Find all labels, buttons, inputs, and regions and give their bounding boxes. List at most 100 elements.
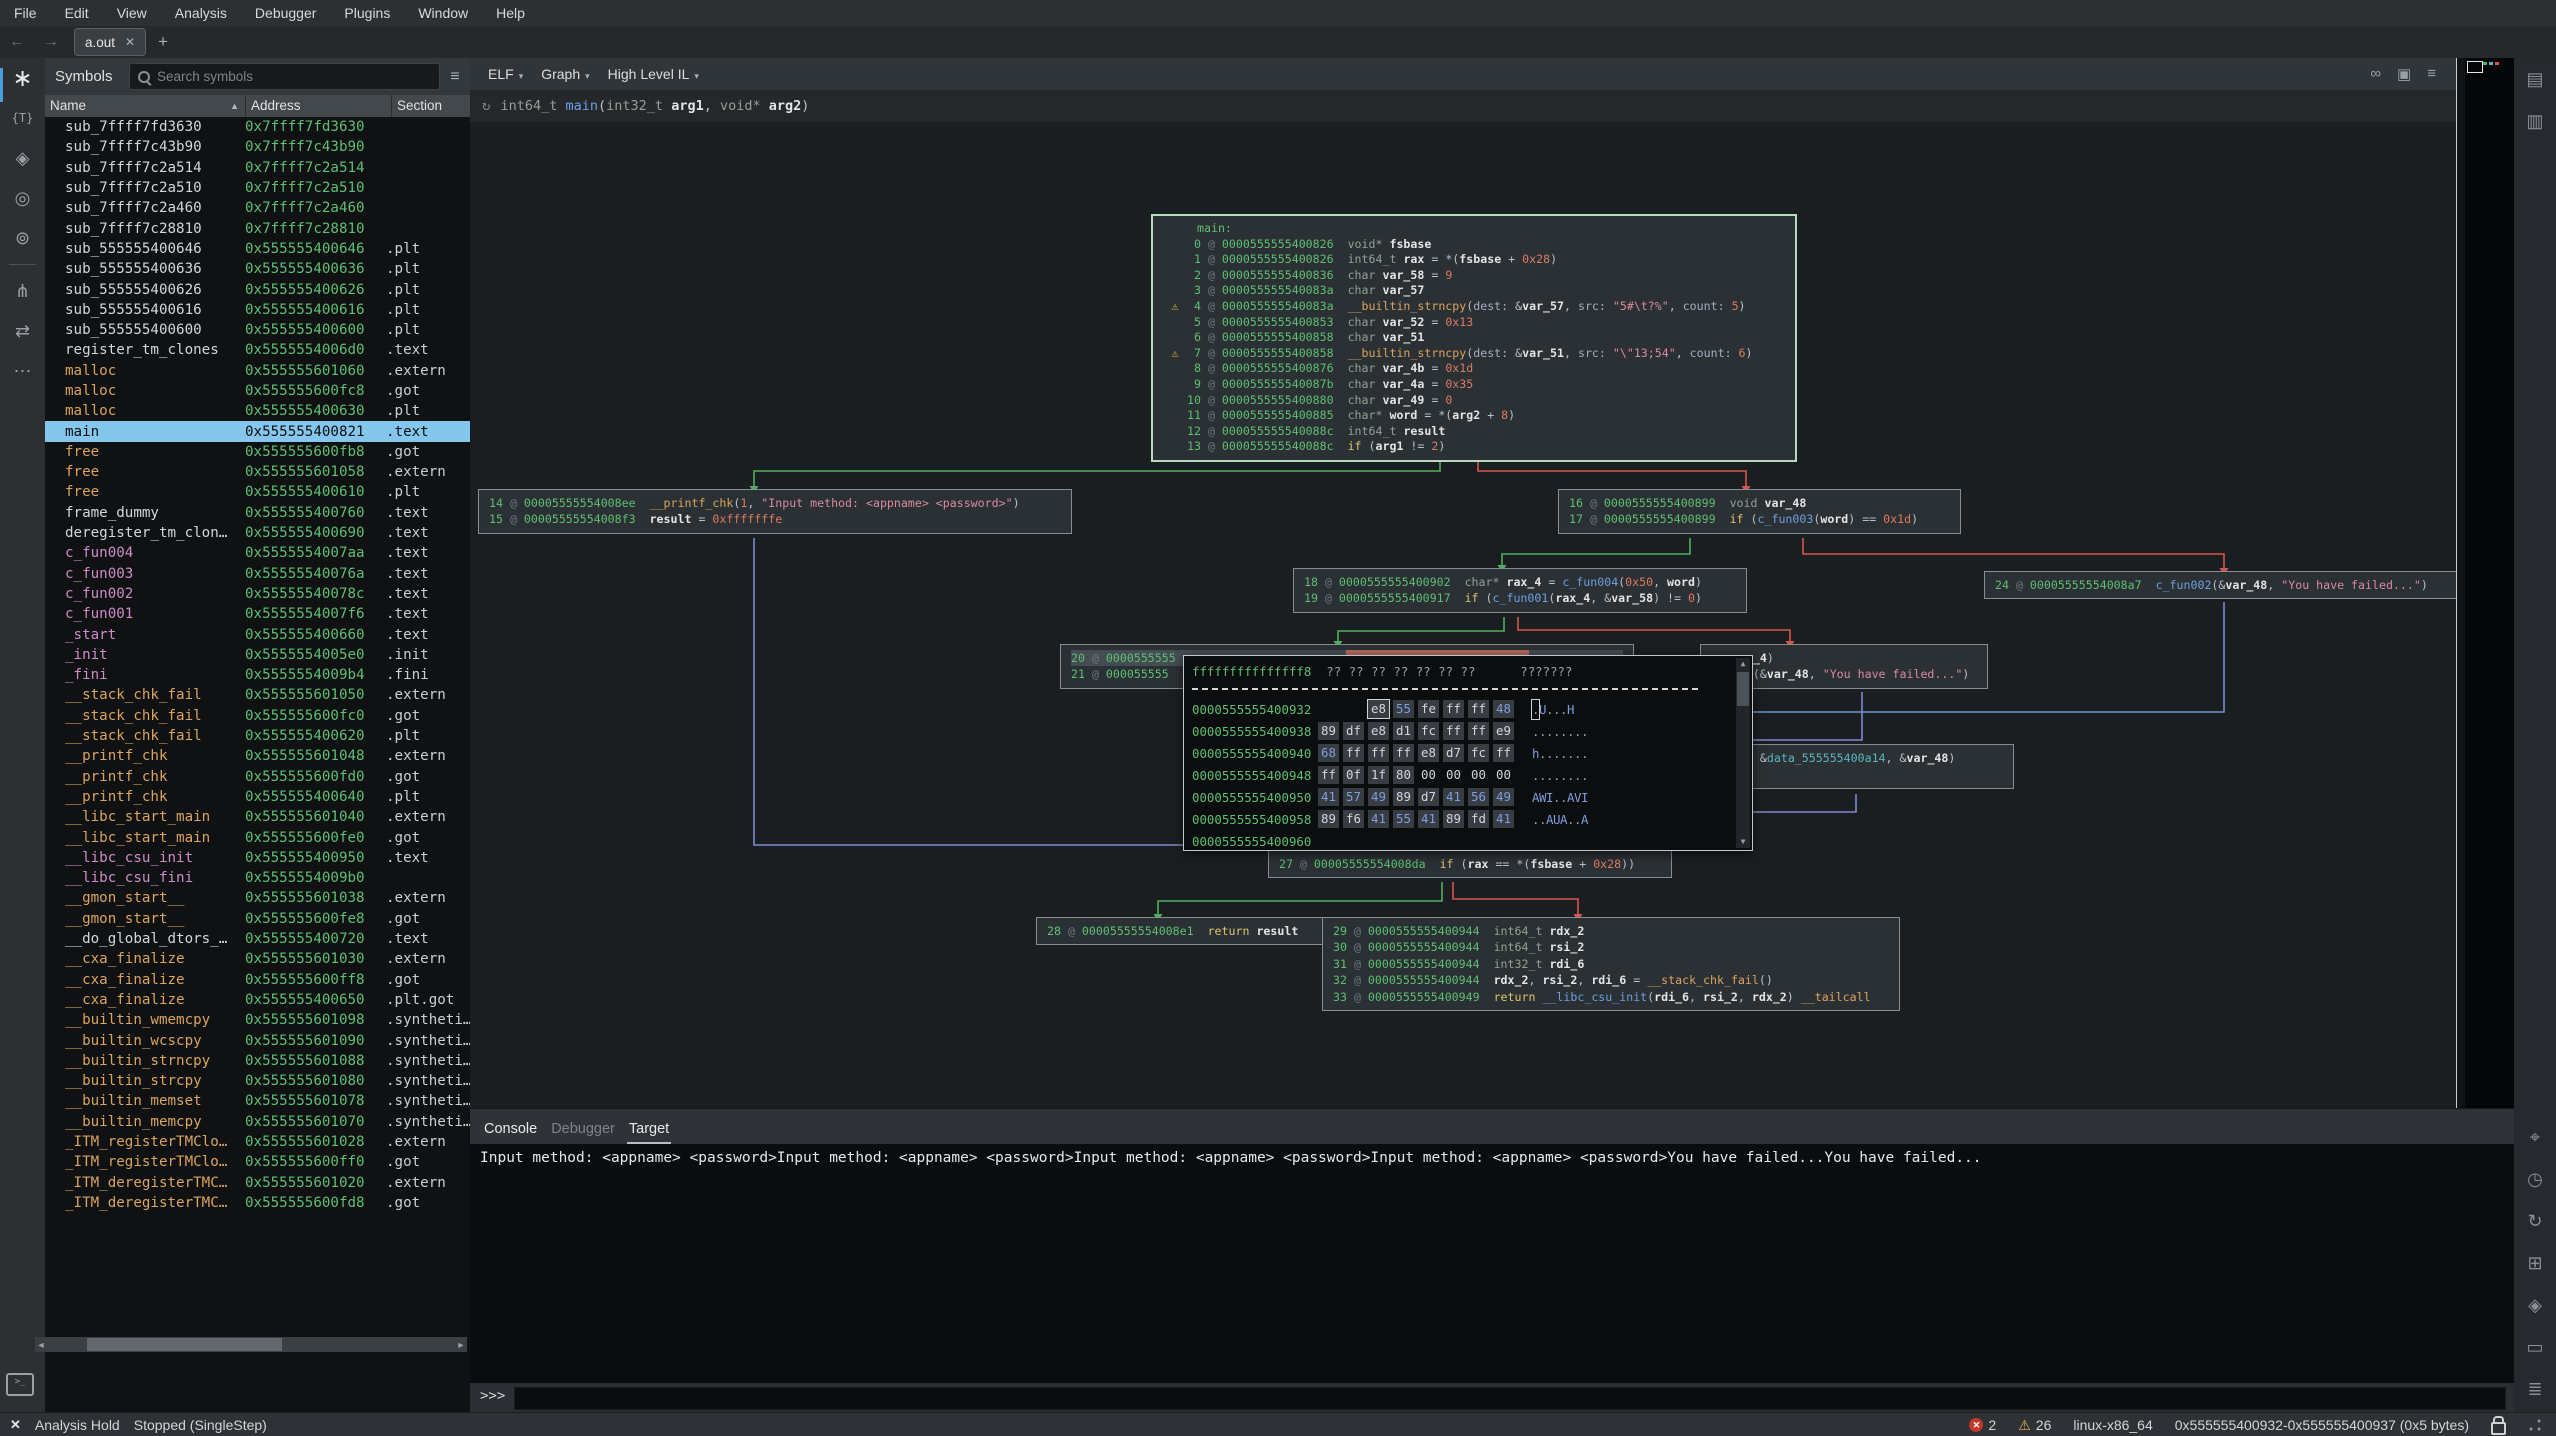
- search-symbols-input[interactable]: Search symbols: [129, 63, 440, 90]
- symbol-row[interactable]: sub_5555554006260x555555400626.plt: [45, 279, 470, 299]
- hex-byte[interactable]: e9: [1493, 722, 1514, 740]
- il-line[interactable]: 28 @ 00005555554008e1 return result: [1047, 923, 1321, 939]
- il-line[interactable]: 27 @ 00005555554008da if (rax == *(fsbas…: [1279, 856, 1661, 872]
- symbol-row[interactable]: __stack_chk_fail0x555555601050.extern: [45, 685, 470, 705]
- hex-byte[interactable]: 41: [1368, 810, 1389, 828]
- hex-byte[interactable]: fd: [1468, 810, 1489, 828]
- hex-byte[interactable]: fe: [1418, 700, 1439, 718]
- il-line[interactable]: 16 @ 0000555555400899 void var_48: [1569, 495, 1950, 511]
- il-line[interactable]: 9 @ 000055555540087b char var_4a = 0x35: [1163, 377, 1785, 393]
- menu-item-file[interactable]: File: [0, 0, 51, 26]
- resize-grip[interactable]: [2528, 1418, 2542, 1432]
- il-line[interactable]: 18 @ 0000555555400902 char* rax_4 = c_fu…: [1304, 574, 1736, 590]
- hex-byte[interactable]: f6: [1343, 810, 1364, 828]
- il-line[interactable]: 33 @ 0000555555400949 return __libc_csu_…: [1333, 989, 1889, 1005]
- symbol-row[interactable]: c_fun0010x5555554007f6.text: [45, 604, 470, 624]
- symbol-row[interactable]: sub_7ffff7c2a4600x7ffff7c2a460: [45, 198, 470, 218]
- symbols-column-header[interactable]: Name▲ Address Section: [45, 95, 470, 117]
- symbol-row[interactable]: sub_5555554006000x555555400600.plt: [45, 320, 470, 340]
- view-options-icon[interactable]: ≡: [2427, 65, 2436, 83]
- hex-byte[interactable]: 00: [1468, 766, 1489, 784]
- symbol-row[interactable]: _fini0x5555554009b4.fini: [45, 665, 470, 685]
- menu-item-help[interactable]: Help: [482, 0, 539, 26]
- hex-byte[interactable]: 41: [1493, 810, 1514, 828]
- symbol-row[interactable]: __stack_chk_fail0x555555400620.plt: [45, 726, 470, 746]
- symbol-row[interactable]: sub_7ffff7c43b900x7ffff7c43b90: [45, 137, 470, 157]
- nav-back-icon[interactable]: ←: [0, 33, 34, 51]
- hex-byte[interactable]: 1f: [1368, 766, 1389, 784]
- hex-row[interactable]: 000055555540094068ffffffe8d7fcffh.......: [1192, 742, 1752, 764]
- symbol-row[interactable]: deregister_tm_clon…0x555555400690.text: [45, 523, 470, 543]
- hex-byte[interactable]: ff: [1393, 744, 1414, 762]
- hex-byte[interactable]: 41: [1418, 810, 1439, 828]
- debugger-icon[interactable]: ⊚: [0, 218, 45, 258]
- hex-byte[interactable]: ff: [1443, 700, 1464, 718]
- binaryninja-symbols-icon[interactable]: ∗: [0, 58, 45, 98]
- component-grid-icon[interactable]: ⊞: [2514, 1242, 2556, 1284]
- hex-byte[interactable]: d7: [1443, 744, 1464, 762]
- graph-node-n14[interactable]: 14 @ 00005555554008ee __printf_chk(1, "I…: [478, 489, 1072, 534]
- symbol-row[interactable]: c_fun0030x55555540076a.text: [45, 564, 470, 584]
- il-line[interactable]: 2 @ 0000555555400836 char var_58 = 9: [1163, 268, 1785, 284]
- symbol-row[interactable]: malloc0x555555600fc8.got: [45, 381, 470, 401]
- warning-count-badge[interactable]: ⚠26: [2018, 1417, 2051, 1434]
- graph-view[interactable]: fffffffffffffff8 ?? ?? ?? ?? ?? ?? ?? ??…: [470, 122, 2456, 1108]
- hex-byte[interactable]: 0f: [1343, 766, 1364, 784]
- hex-byte[interactable]: 89: [1318, 810, 1339, 828]
- symbol-row[interactable]: __libc_start_main0x555555601040.extern: [45, 807, 470, 827]
- analysis-hold-icon[interactable]: ✕: [10, 1417, 21, 1433]
- hex-byte[interactable]: 41: [1443, 788, 1464, 806]
- scroll-handle[interactable]: [1737, 672, 1749, 706]
- menu-item-debugger[interactable]: Debugger: [241, 0, 331, 26]
- hex-byte[interactable]: 68: [1318, 744, 1339, 762]
- scroll-up-icon[interactable]: ▲: [1736, 658, 1750, 670]
- symbol-row[interactable]: __libc_csu_fini0x5555554009b0: [45, 868, 470, 888]
- display-icon[interactable]: ▭: [2514, 1326, 2556, 1368]
- symbol-row[interactable]: c_fun0020x55555540078c.text: [45, 584, 470, 604]
- symbol-row[interactable]: sub_7ffff7fd36300x7ffff7fd3630: [45, 117, 470, 137]
- hex-byte[interactable]: 41: [1318, 788, 1339, 806]
- nav-forward-icon[interactable]: →: [34, 33, 68, 51]
- symbols-hscrollbar[interactable]: ◄ ►: [35, 1337, 467, 1352]
- hex-byte[interactable]: 00: [1493, 766, 1514, 784]
- mini-graph-icon[interactable]: ⋔: [0, 271, 45, 311]
- scroll-handle[interactable]: [87, 1338, 282, 1351]
- symbol-row[interactable]: register_tm_clones0x5555554006d0.text: [45, 340, 470, 360]
- scroll-left-icon[interactable]: ◄: [35, 1340, 47, 1350]
- symbol-row[interactable]: sub_7ffff7c288100x7ffff7c28810: [45, 218, 470, 238]
- symbol-row[interactable]: c_fun0040x5555554007aa.text: [45, 543, 470, 563]
- il-line[interactable]: 24 @ 00005555554008a7 c_fun002(&var_48, …: [1995, 577, 2456, 593]
- hex-byte[interactable]: d1: [1393, 722, 1414, 740]
- symbol-row[interactable]: free0x555555600fb8.got: [45, 442, 470, 462]
- symbol-row[interactable]: __libc_start_main0x555555600fe0.got: [45, 827, 470, 847]
- symbol-row[interactable]: __printf_chk0x555555600fd0.got: [45, 767, 470, 787]
- symbol-row[interactable]: sub_5555554006460x555555400646.plt: [45, 239, 470, 259]
- il-line[interactable]: 14 @ 00005555554008ee __printf_chk(1, "I…: [489, 495, 1061, 511]
- feature-map[interactable]: [2465, 58, 2514, 1108]
- hex-byte[interactable]: 80: [1393, 766, 1414, 784]
- hex-byte[interactable]: 00: [1418, 766, 1439, 784]
- hex-byte[interactable]: e8: [1418, 744, 1439, 762]
- hex-byte[interactable]: df: [1343, 722, 1364, 740]
- il-line[interactable]: ⚠ 4 @ 000055555540083a __builtin_strncpy…: [1163, 299, 1785, 315]
- symbol-row[interactable]: _start0x555555400660.text: [45, 624, 470, 644]
- menu-item-analysis[interactable]: Analysis: [161, 0, 241, 26]
- il-line[interactable]: 5 @ 0000555555400853 char var_52 = 0x13: [1163, 315, 1785, 331]
- symbol-row[interactable]: __builtin_strcpy0x555555601080.syntheti…: [45, 1071, 470, 1091]
- il-line[interactable]: 31 @ 0000555555400944 int32_t rdi_6: [1333, 956, 1889, 972]
- il-line[interactable]: 12 @ 000055555540088c int64_t result: [1163, 424, 1785, 440]
- hex-byte[interactable]: 55: [1393, 810, 1414, 828]
- more-panels-icon[interactable]: ⋯: [0, 351, 45, 391]
- hex-byte[interactable]: ff: [1468, 700, 1489, 718]
- symbol-row[interactable]: sub_7ffff7c2a5140x7ffff7c2a514: [45, 158, 470, 178]
- il-line[interactable]: 8 @ 0000555555400876 char var_4b = 0x1d: [1163, 361, 1785, 377]
- symbol-row[interactable]: __builtin_memcpy0x555555601070.syntheti…: [45, 1112, 470, 1132]
- binary-format-dropdown[interactable]: ELF▾: [488, 66, 523, 82]
- menu-item-plugins[interactable]: Plugins: [330, 0, 404, 26]
- symbols-menu-icon[interactable]: ≡: [440, 68, 470, 86]
- types-icon[interactable]: {T}: [0, 98, 45, 138]
- reanalyze-icon[interactable]: ↻: [482, 98, 490, 114]
- hex-byte[interactable]: ff: [1493, 744, 1514, 762]
- symbol-row[interactable]: _ITM_deregisterTMC…0x555555601020.extern: [45, 1172, 470, 1192]
- lock-icon[interactable]: [2491, 1422, 2506, 1435]
